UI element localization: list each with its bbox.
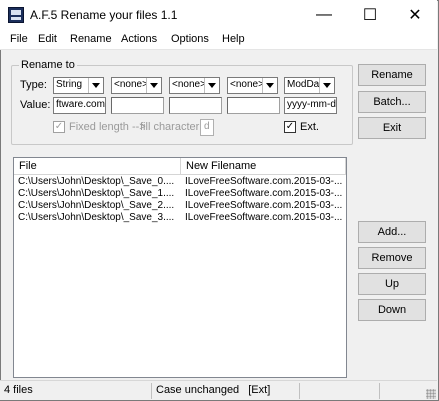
remove-button[interactable]: Remove bbox=[358, 247, 426, 269]
rename-to-legend: Rename to bbox=[19, 59, 77, 71]
exit-button[interactable]: Exit bbox=[358, 117, 426, 139]
new-filename-cell: ILoveFreeSoftware.com.2015-03-... bbox=[185, 188, 343, 199]
type-combo-2-value: <none> bbox=[114, 79, 148, 90]
menu-options[interactable]: Options bbox=[171, 33, 209, 45]
file-cell: C:\Users\John\Desktop\_Save_2.... bbox=[18, 200, 175, 211]
type-combo-5-value: ModDa bbox=[287, 79, 320, 90]
status-case: Case unchanged [Ext] bbox=[152, 383, 300, 399]
file-list[interactable]: File New Filename C:\Users\John\Desktop\… bbox=[13, 157, 347, 378]
type-combo-4-value: <none> bbox=[230, 79, 264, 90]
file-cell: C:\Users\John\Desktop\_Save_3.... bbox=[18, 212, 175, 223]
minimize-button[interactable]: — bbox=[301, 0, 347, 30]
status-file-count: 4 files bbox=[0, 383, 152, 399]
close-button[interactable]: ✕ bbox=[392, 0, 438, 30]
status-pane-empty-2 bbox=[380, 383, 425, 399]
type-combo-1[interactable]: String bbox=[53, 77, 104, 94]
new-filename-cell: ILoveFreeSoftware.com.2015-03-... bbox=[185, 176, 343, 187]
maximize-button[interactable]: ☐ bbox=[347, 0, 393, 30]
value-field-4[interactable] bbox=[227, 97, 280, 114]
status-case-text: Case unchanged bbox=[156, 384, 240, 396]
fixed-length-checkbox[interactable]: ✓ bbox=[53, 121, 65, 133]
ext-checkbox[interactable]: ✓ bbox=[284, 121, 296, 133]
menu-edit[interactable]: Edit bbox=[38, 33, 57, 45]
fill-character-label: fill character: bbox=[140, 121, 203, 133]
column-header-new-filename[interactable]: New Filename bbox=[181, 158, 346, 175]
file-cell: C:\Users\John\Desktop\_Save_1.... bbox=[18, 188, 175, 199]
value-label: Value: bbox=[20, 99, 51, 111]
table-row[interactable]: C:\Users\John\Desktop\_Save_0.... ILoveF… bbox=[14, 176, 346, 188]
type-label: Type: bbox=[20, 79, 47, 91]
menu-help[interactable]: Help bbox=[222, 33, 245, 45]
new-filename-cell: ILoveFreeSoftware.com.2015-03-... bbox=[185, 200, 343, 211]
resize-grip-icon[interactable] bbox=[426, 389, 436, 399]
up-button[interactable]: Up bbox=[358, 273, 426, 295]
table-row[interactable]: C:\Users\John\Desktop\_Save_1.... ILoveF… bbox=[14, 188, 346, 200]
add-button[interactable]: Add... bbox=[358, 221, 426, 243]
fill-character-field[interactable]: d bbox=[200, 119, 214, 136]
chevron-down-icon bbox=[88, 78, 103, 93]
chevron-down-icon bbox=[146, 78, 161, 93]
menu-rename[interactable]: Rename bbox=[70, 33, 112, 45]
column-header-file[interactable]: File bbox=[14, 158, 181, 175]
value-field-1[interactable]: ftware.com bbox=[53, 97, 106, 114]
chevron-down-icon bbox=[204, 78, 219, 93]
type-combo-2[interactable]: <none> bbox=[111, 77, 162, 94]
type-combo-1-value: String bbox=[56, 79, 83, 90]
down-button[interactable]: Down bbox=[358, 299, 426, 321]
fixed-length-label: Fixed length --> bbox=[69, 121, 146, 133]
chevron-down-icon bbox=[262, 78, 277, 93]
app-icon bbox=[8, 7, 24, 23]
status-ext-text: [Ext] bbox=[248, 384, 271, 396]
value-field-3[interactable] bbox=[169, 97, 222, 114]
new-filename-cell: ILoveFreeSoftware.com.2015-03-... bbox=[185, 212, 343, 223]
status-bar: 4 files Case unchanged [Ext] bbox=[0, 380, 437, 400]
type-combo-4[interactable]: <none> bbox=[227, 77, 278, 94]
type-combo-5[interactable]: ModDa bbox=[284, 77, 335, 94]
rename-button[interactable]: Rename bbox=[358, 64, 426, 86]
value-field-2[interactable] bbox=[111, 97, 164, 114]
type-combo-3[interactable]: <none> bbox=[169, 77, 220, 94]
batch-button[interactable]: Batch... bbox=[358, 91, 426, 113]
type-combo-3-value: <none> bbox=[172, 79, 206, 90]
status-pane-empty-1 bbox=[300, 383, 380, 399]
menu-actions[interactable]: Actions bbox=[121, 33, 157, 45]
table-row[interactable]: C:\Users\John\Desktop\_Save_3.... ILoveF… bbox=[14, 212, 346, 224]
menu-bar: File Edit Rename Actions Options Help bbox=[0, 30, 437, 50]
file-cell: C:\Users\John\Desktop\_Save_0.... bbox=[18, 176, 175, 187]
value-field-5[interactable]: yyyy-mm-dd bbox=[284, 97, 337, 114]
chevron-down-icon bbox=[319, 78, 334, 93]
ext-label: Ext. bbox=[300, 121, 319, 133]
menu-file[interactable]: File bbox=[10, 33, 28, 45]
table-row[interactable]: C:\Users\John\Desktop\_Save_2.... ILoveF… bbox=[14, 200, 346, 212]
window-title: A.F.5 Rename your files 1.1 bbox=[30, 8, 178, 22]
